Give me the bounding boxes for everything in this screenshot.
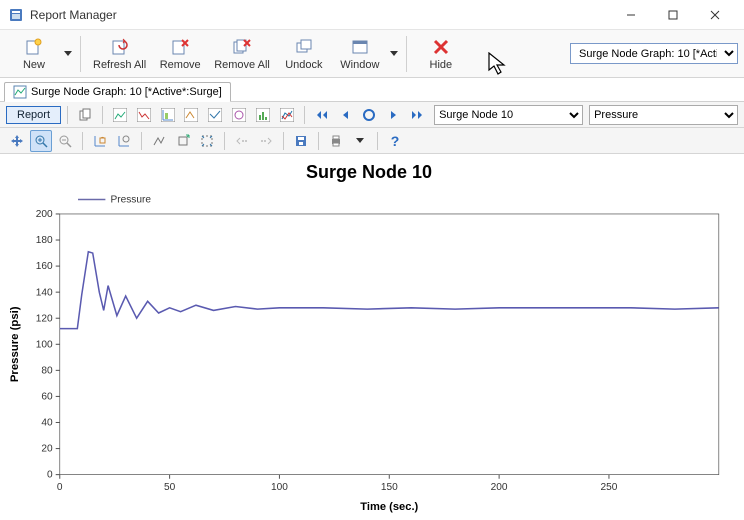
svg-text:180: 180 <box>36 235 53 246</box>
new-dropdown[interactable] <box>62 32 74 76</box>
svg-text:0: 0 <box>47 470 53 481</box>
window-button[interactable]: Window <box>332 32 388 76</box>
property-select[interactable]: Pressure <box>589 105 738 125</box>
nav-next-button[interactable] <box>382 104 404 126</box>
graph-toolbar: Report Surge Node 10 Pressure <box>0 102 744 128</box>
axis-settings-button[interactable] <box>113 130 135 152</box>
window-label: Window <box>340 59 379 71</box>
svg-text:80: 80 <box>41 365 53 376</box>
remove-icon <box>170 37 190 57</box>
chart2-button[interactable] <box>133 104 155 126</box>
svg-text:200: 200 <box>491 482 508 493</box>
chart4-button[interactable] <box>180 104 202 126</box>
help-button[interactable]: ? <box>384 130 406 152</box>
svg-text:150: 150 <box>381 482 398 493</box>
curve-button[interactable] <box>148 130 170 152</box>
chart8-button[interactable] <box>276 104 298 126</box>
report-button[interactable]: Report <box>6 106 61 124</box>
chart-container: Surge Node 10 0 20 40 60 80 100 120 140 160 180 20… <box>0 154 744 520</box>
graph-selector[interactable]: Surge Node Graph: 10 [*Active* <box>570 43 738 64</box>
refresh-icon <box>110 37 130 57</box>
chart-title: Surge Node 10 <box>4 162 734 183</box>
refresh-all-label: Refresh All <box>93 59 146 71</box>
new-label: New <box>23 59 45 71</box>
remove-label: Remove <box>160 59 201 71</box>
nav-prev-button[interactable] <box>335 104 357 126</box>
document-tab[interactable]: Surge Node Graph: 10 [*Active*:Surge] <box>4 82 231 102</box>
svg-text:50: 50 <box>164 482 176 493</box>
titlebar: Report Manager <box>0 0 744 30</box>
chart7-button[interactable] <box>252 104 274 126</box>
remove-button[interactable]: Remove <box>152 32 208 76</box>
document-tab-label: Surge Node Graph: 10 [*Active*:Surge] <box>31 86 222 98</box>
nav-stop-button[interactable] <box>358 104 380 126</box>
prev-dots-button[interactable] <box>231 130 253 152</box>
zoom-out-button[interactable] <box>54 130 76 152</box>
new-button[interactable]: New <box>6 32 62 76</box>
svg-text:140: 140 <box>36 287 53 298</box>
export-button[interactable] <box>172 130 194 152</box>
svg-text:Pressure (psi): Pressure (psi) <box>9 306 21 382</box>
chart1-button[interactable] <box>109 104 131 126</box>
hide-icon <box>431 37 451 57</box>
undock-label: Undock <box>285 59 322 71</box>
undock-button[interactable]: Undock <box>276 32 332 76</box>
remove-all-button[interactable]: Remove All <box>208 32 276 76</box>
pan-button[interactable] <box>6 130 28 152</box>
app-icon <box>8 7 24 23</box>
print-dropdown[interactable] <box>349 130 371 152</box>
window-dropdown[interactable] <box>388 32 400 76</box>
window-title: Report Manager <box>30 8 610 22</box>
next-dots-button[interactable] <box>255 130 277 152</box>
chart-plot[interactable]: 0 20 40 60 80 100 120 140 160 180 200 0 50 100 150 200 2… <box>4 185 734 516</box>
remove-all-label: Remove All <box>214 59 270 71</box>
nav-last-button[interactable] <box>406 104 428 126</box>
chart5-button[interactable] <box>204 104 226 126</box>
copy-button[interactable] <box>74 104 96 126</box>
nav-first-button[interactable] <box>311 104 333 126</box>
chart-icon <box>13 85 27 99</box>
minimize-button[interactable] <box>610 1 652 29</box>
main-toolbar: New Refresh All Remove Remove All Undock… <box>0 30 744 78</box>
undock-icon <box>294 37 314 57</box>
print-button[interactable] <box>325 130 347 152</box>
maximize-button[interactable] <box>652 1 694 29</box>
axis-lock-button[interactable] <box>89 130 111 152</box>
svg-text:160: 160 <box>36 261 53 272</box>
svg-text:Time (sec.): Time (sec.) <box>360 501 418 513</box>
save-button[interactable] <box>290 130 312 152</box>
close-button[interactable] <box>694 1 736 29</box>
svg-text:0: 0 <box>57 482 63 493</box>
svg-text:200: 200 <box>36 209 53 220</box>
chart6-button[interactable] <box>228 104 250 126</box>
svg-text:100: 100 <box>271 482 288 493</box>
svg-text:40: 40 <box>41 418 53 429</box>
svg-text:60: 60 <box>41 391 53 402</box>
hide-label: Hide <box>430 59 453 71</box>
window-icon <box>350 37 370 57</box>
refresh-all-button[interactable]: Refresh All <box>87 32 152 76</box>
chart-toolbar: ? <box>0 128 744 154</box>
node-select[interactable]: Surge Node 10 <box>434 105 583 125</box>
svg-text:100: 100 <box>36 339 53 350</box>
hide-button[interactable]: Hide <box>413 32 469 76</box>
new-icon <box>24 37 44 57</box>
svg-text:250: 250 <box>601 482 618 493</box>
document-tabstrip: Surge Node Graph: 10 [*Active*:Surge] <box>0 78 744 102</box>
fit-button[interactable] <box>196 130 218 152</box>
svg-text:120: 120 <box>36 313 53 324</box>
svg-text:20: 20 <box>41 444 53 455</box>
remove-all-icon <box>232 37 252 57</box>
svg-text:Pressure: Pressure <box>110 195 151 206</box>
zoom-in-button[interactable] <box>30 130 52 152</box>
chart3-button[interactable] <box>157 104 179 126</box>
